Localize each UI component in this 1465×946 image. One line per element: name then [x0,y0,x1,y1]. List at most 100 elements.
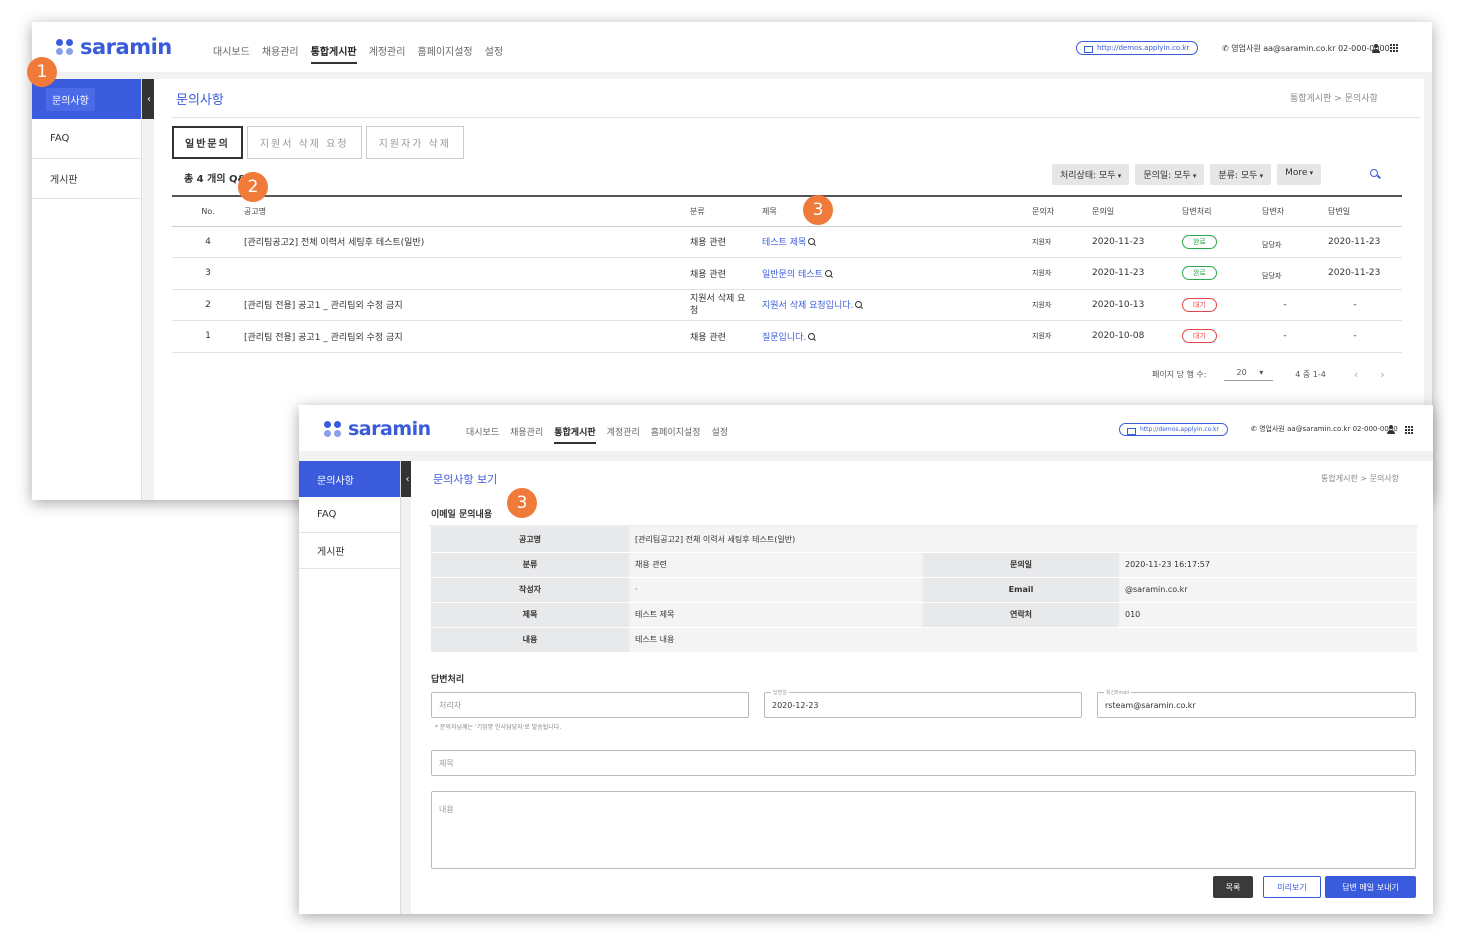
sidebar: 문의사항 FAQ 게시판 [299,461,401,914]
filter-category[interactable]: 분류: 모두 [1210,164,1272,185]
prev-page-button[interactable]: ‹ [1354,368,1358,381]
tab-general[interactable]: 일반문의 [172,126,243,159]
row-title-link[interactable]: 질문입니다. [762,333,806,343]
site-url-link[interactable]: http://demos.applyin.co.kr [1076,41,1199,55]
reply-email-input[interactable]: 회신Email rsteam@saramin.co.kr [1097,689,1416,718]
nav-board[interactable]: 통합게시판 [310,43,357,64]
user-icon[interactable] [1387,425,1395,434]
status-badge: 완료 [1182,266,1217,281]
nav-dashboard[interactable]: 대시보드 [466,425,499,444]
col-status: 답변처리 [1182,195,1262,227]
logo-dots-icon [324,421,342,437]
subject-input[interactable]: 제목 [431,750,1416,776]
col-posting: 공고명 [244,195,690,227]
detail-window: saramin 대시보드 채용관리 통합게시판 계정관리 홈페이지설정 설정 h… [299,405,1433,914]
answer-section-title: 답변처리 [431,675,465,685]
apps-grid-icon[interactable] [1405,426,1413,434]
main-nav: 대시보드 채용관리 통합게시판 계정관리 홈페이지설정 설정 [213,43,503,64]
tab-delete-request[interactable]: 지원서 삭제 요청 [246,126,362,159]
nav-homepage[interactable]: 홈페이지설정 [417,43,472,64]
step-marker-2: 2 [238,172,268,202]
magnifier-icon[interactable] [824,269,833,278]
user-icon[interactable] [1372,44,1380,53]
nav-account[interactable]: 계정관리 [369,43,406,64]
status-badge: 대기 [1182,329,1217,344]
handler-input[interactable]: 처리자 [431,692,749,718]
nav-account[interactable]: 계정관리 [607,425,640,444]
phone-user-info: ✆ 영업사원 aa@saramin.co.kr 02-000-0000 [1222,44,1390,53]
breadcrumb: 통합게시판 > 문의사항 [1321,474,1400,483]
filter-bar: 처리상태: 모두 문의일: 모두 분류: 모두 More [1052,164,1322,185]
filter-more[interactable]: More [1277,164,1322,185]
sidebar-item-faq[interactable]: FAQ [32,119,141,159]
row-title-link[interactable]: 지원서 삭제 요청입니다. [762,301,853,311]
top-header: saramin 대시보드 채용관리 통합게시판 계정관리 홈페이지설정 설정 h… [299,405,1433,451]
nav-homepage[interactable]: 홈페이지설정 [651,425,701,444]
preview-button[interactable]: 미리보기 [1263,876,1321,898]
page-title: 문의사항 보기 [433,473,498,486]
logo-dots-icon [56,39,74,55]
page-title: 문의사항 [176,93,224,108]
saramin-logo[interactable]: saramin [56,35,172,59]
table-header: No. 공고명 분류 제목 문의자 문의일 답변처리 답변자 답변일 [172,195,1402,227]
content-textarea[interactable]: 내용 [431,791,1416,869]
sidebar-item-faq[interactable]: FAQ [299,497,400,533]
main-nav: 대시보드 채용관리 통합게시판 계정관리 홈페이지설정 설정 [466,425,728,444]
title-divider [172,117,1420,118]
phone-user-info: ✆ 영업사원 aa@saramin.co.kr 02-000-0000 [1251,425,1398,433]
nav-recruit[interactable]: 채용관리 [262,43,299,64]
table-row[interactable]: 4 [관리팀공고2] 전체 이력서 세팅후 테스트(일반) 채용 관련 테스트 … [172,226,1402,258]
sidebar-item-board[interactable]: 게시판 [299,533,400,569]
send-answer-button[interactable]: 답변 메일 보내기 [1325,876,1416,898]
email-section-title: 이메일 문의내용 [431,510,493,520]
nav-settings[interactable]: 설정 [485,43,503,64]
step-marker-1: 1 [27,57,57,87]
user-info: 영업사원 aa@saramin.co.kr 02-000-0000 [1231,44,1390,53]
row-title-link[interactable]: 일반문의 테스트 [762,270,823,280]
col-no: No. [172,195,244,227]
filter-status[interactable]: 처리상태: 모두 [1052,164,1130,185]
magnifier-icon[interactable] [808,332,816,341]
tab-applicant-delete[interactable]: 지원자가 삭제 [365,126,464,159]
magnifier-icon[interactable] [855,301,863,309]
site-url-link[interactable]: http://demos.applyin.co.kr [1119,423,1229,436]
col-answer-date: 답변일 [1328,195,1402,227]
table-row[interactable]: 2 [관리팀 전용] 공고1 _ 관리팀외 수정 금지 지원서 삭제 요청 지원… [172,289,1402,321]
step-marker-3: 3 [803,195,833,225]
saramin-logo[interactable]: saramin [324,418,431,440]
nav-settings[interactable]: 설정 [711,425,728,444]
nav-dashboard[interactable]: 대시보드 [213,43,250,64]
status-badge: 완료 [1182,234,1217,249]
next-page-button[interactable]: › [1380,368,1384,381]
col-asker: 문의자 [1032,195,1092,227]
row-title-link[interactable]: 테스트 제목 [762,238,806,248]
col-answerer: 답변자 [1262,195,1328,227]
pagination: 페이지 당 행 수: 20 ▾ 4 중 1-4 ‹ › [1152,368,1385,381]
nav-recruit[interactable]: 채용관리 [510,425,543,444]
detail-content: 문의사항 보기 통합게시판 > 문의사항 이메일 문의내용 공고명 [관리팀공고… [411,461,1433,914]
rows-per-page-label: 페이지 당 행 수: [1152,370,1207,379]
top-header: saramin 대시보드 채용관리 통합게시판 계정관리 홈페이지설정 설정 h… [32,22,1432,72]
sidebar-item-inquiry[interactable]: 문의사항 [299,461,400,497]
nav-board[interactable]: 통합게시판 [554,425,596,444]
rows-per-page-select[interactable]: 20 ▾ [1224,368,1274,381]
inquiry-tabs: 일반문의 지원서 삭제 요청 지원자가 삭제 [172,126,464,159]
chevron-down-icon: ▾ [1259,368,1264,377]
magnifier-icon[interactable] [808,238,816,246]
page-range: 4 중 1-4 [1295,370,1326,379]
sidebar-item-board[interactable]: 게시판 [32,159,141,199]
sidebar: 문의사항 FAQ 게시판 [32,79,142,500]
col-date: 문의일 [1092,195,1182,227]
step-marker-3b: 3 [507,488,537,518]
table-row[interactable]: 3 채용 관련 일반문의 테스트 지원자 2020-11-23 완료 담당자 2… [172,257,1402,290]
status-badge: 대기 [1182,297,1217,312]
filter-date[interactable]: 문의일: 모두 [1135,164,1205,185]
inquiry-table: No. 공고명 분류 제목 문의자 문의일 답변처리 답변자 답변일 4 [관리… [172,195,1402,353]
table-row[interactable]: 1 [관리팀 전용] 공고1 _ 관리팀외 수정 금지 채용 관련 질문입니다.… [172,320,1402,353]
col-category: 분류 [690,195,762,227]
answer-date-input[interactable]: 답변일 2020-12-23 [764,689,1082,718]
search-icon[interactable] [1370,169,1380,179]
apps-grid-icon[interactable] [1390,44,1398,52]
breadcrumb: 통합게시판 > 문의사항 [1290,94,1378,104]
list-button[interactable]: 목록 [1213,876,1253,898]
